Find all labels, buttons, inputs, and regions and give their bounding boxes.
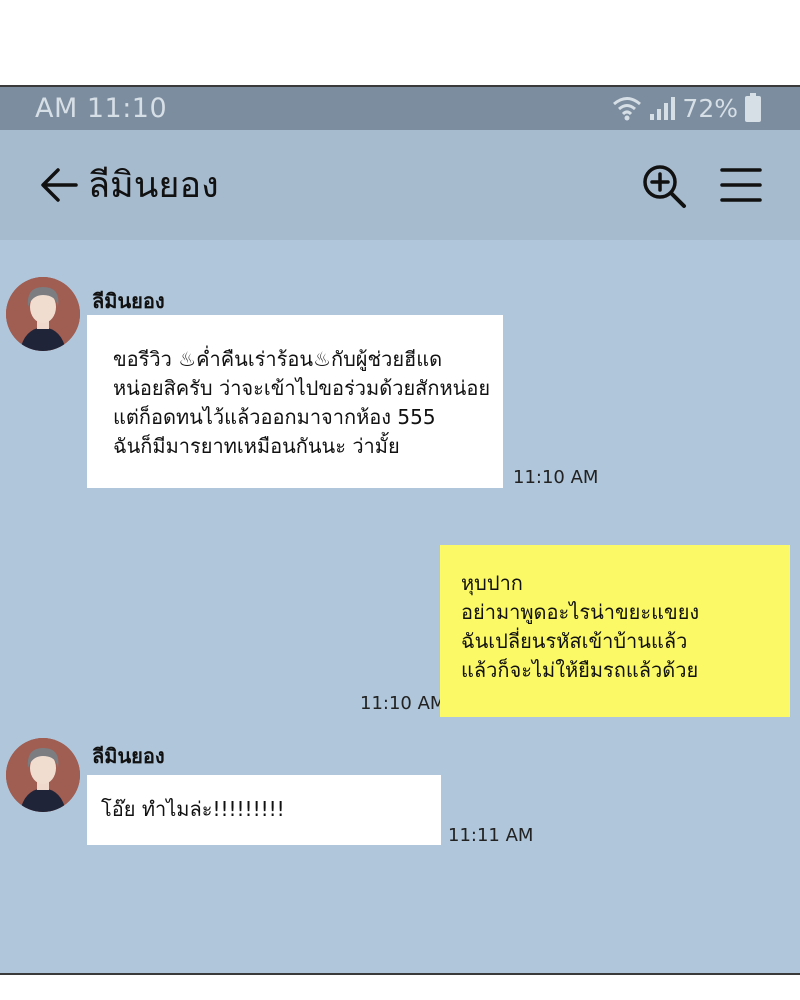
sender-name: ลีมินยอง (92, 744, 165, 768)
wifi-icon (613, 97, 642, 121)
avatar[interactable] (6, 738, 80, 812)
signal-icon (650, 97, 676, 120)
status-bar: AM 11:10 72% (0, 87, 800, 130)
message-timestamp: 11:10 AM (513, 467, 599, 488)
message-line: หุบปาก (461, 571, 523, 595)
avatar-portrait (6, 277, 80, 351)
avatar[interactable] (6, 277, 80, 351)
message-line: ฉันก็มีมารยาทเหมือนกันนะ ว่ามั้ย (113, 434, 400, 458)
message-timestamp: 11:10 AM (360, 693, 446, 714)
message-bubble-outgoing[interactable]: หุบปาก อย่ามาพูดอะไรน่าขยะแขยง ฉันเปลี่ย… (440, 545, 790, 717)
message-bubble-incoming[interactable]: โอ๊ย ทำไมล่ะ!!!!!!!!! (87, 775, 441, 845)
chat-screen: AM 11:10 72% ลีมินยอง ลีมินยอง ขอรีวิว ♨… (0, 85, 800, 975)
message-timestamp: 11:11 AM (448, 825, 534, 846)
chat-header: ลีมินยอง (0, 130, 800, 240)
arrow-left-icon[interactable] (38, 164, 80, 206)
message-line: อย่ามาพูดอะไรน่าขยะแขยง (461, 600, 700, 624)
status-icons: 72% (612, 91, 762, 125)
sender-name: ลีมินยอง (92, 289, 165, 313)
zoom-in-icon[interactable] (640, 162, 688, 210)
message-bubble-incoming[interactable]: ขอรีวิว ♨ค่ำคืนเร่าร้อน♨กับผู้ช่วยฮีแด ห… (87, 315, 503, 488)
message-line: แล้วก็จะไม่ให้ยืมรถแล้วด้วย (461, 658, 699, 682)
message-line: โอ๊ย ทำไมล่ะ!!!!!!!!! (101, 797, 285, 821)
message-line: ฉันเปลี่ยนรหัสเข้าบ้านแล้ว (461, 629, 688, 653)
hamburger-menu-icon[interactable] (718, 162, 764, 208)
message-line: แต่ก็อดทนไว้แล้วออกมาจากห้อง 555 (113, 405, 436, 429)
battery-percent: 72% (682, 93, 738, 123)
message-line: ขอรีวิว ♨ค่ำคืนเร่าร้อน♨กับผู้ช่วยฮีแด (113, 347, 443, 371)
chat-title: ลีมินยอง (88, 165, 219, 206)
battery-icon (745, 93, 761, 122)
avatar-portrait (6, 738, 80, 812)
message-line: หน่อยสิครับ ว่าจะเข้าไปขอร่วมด้วยสักหน่อ… (113, 376, 491, 400)
status-time: AM 11:10 (35, 93, 168, 124)
